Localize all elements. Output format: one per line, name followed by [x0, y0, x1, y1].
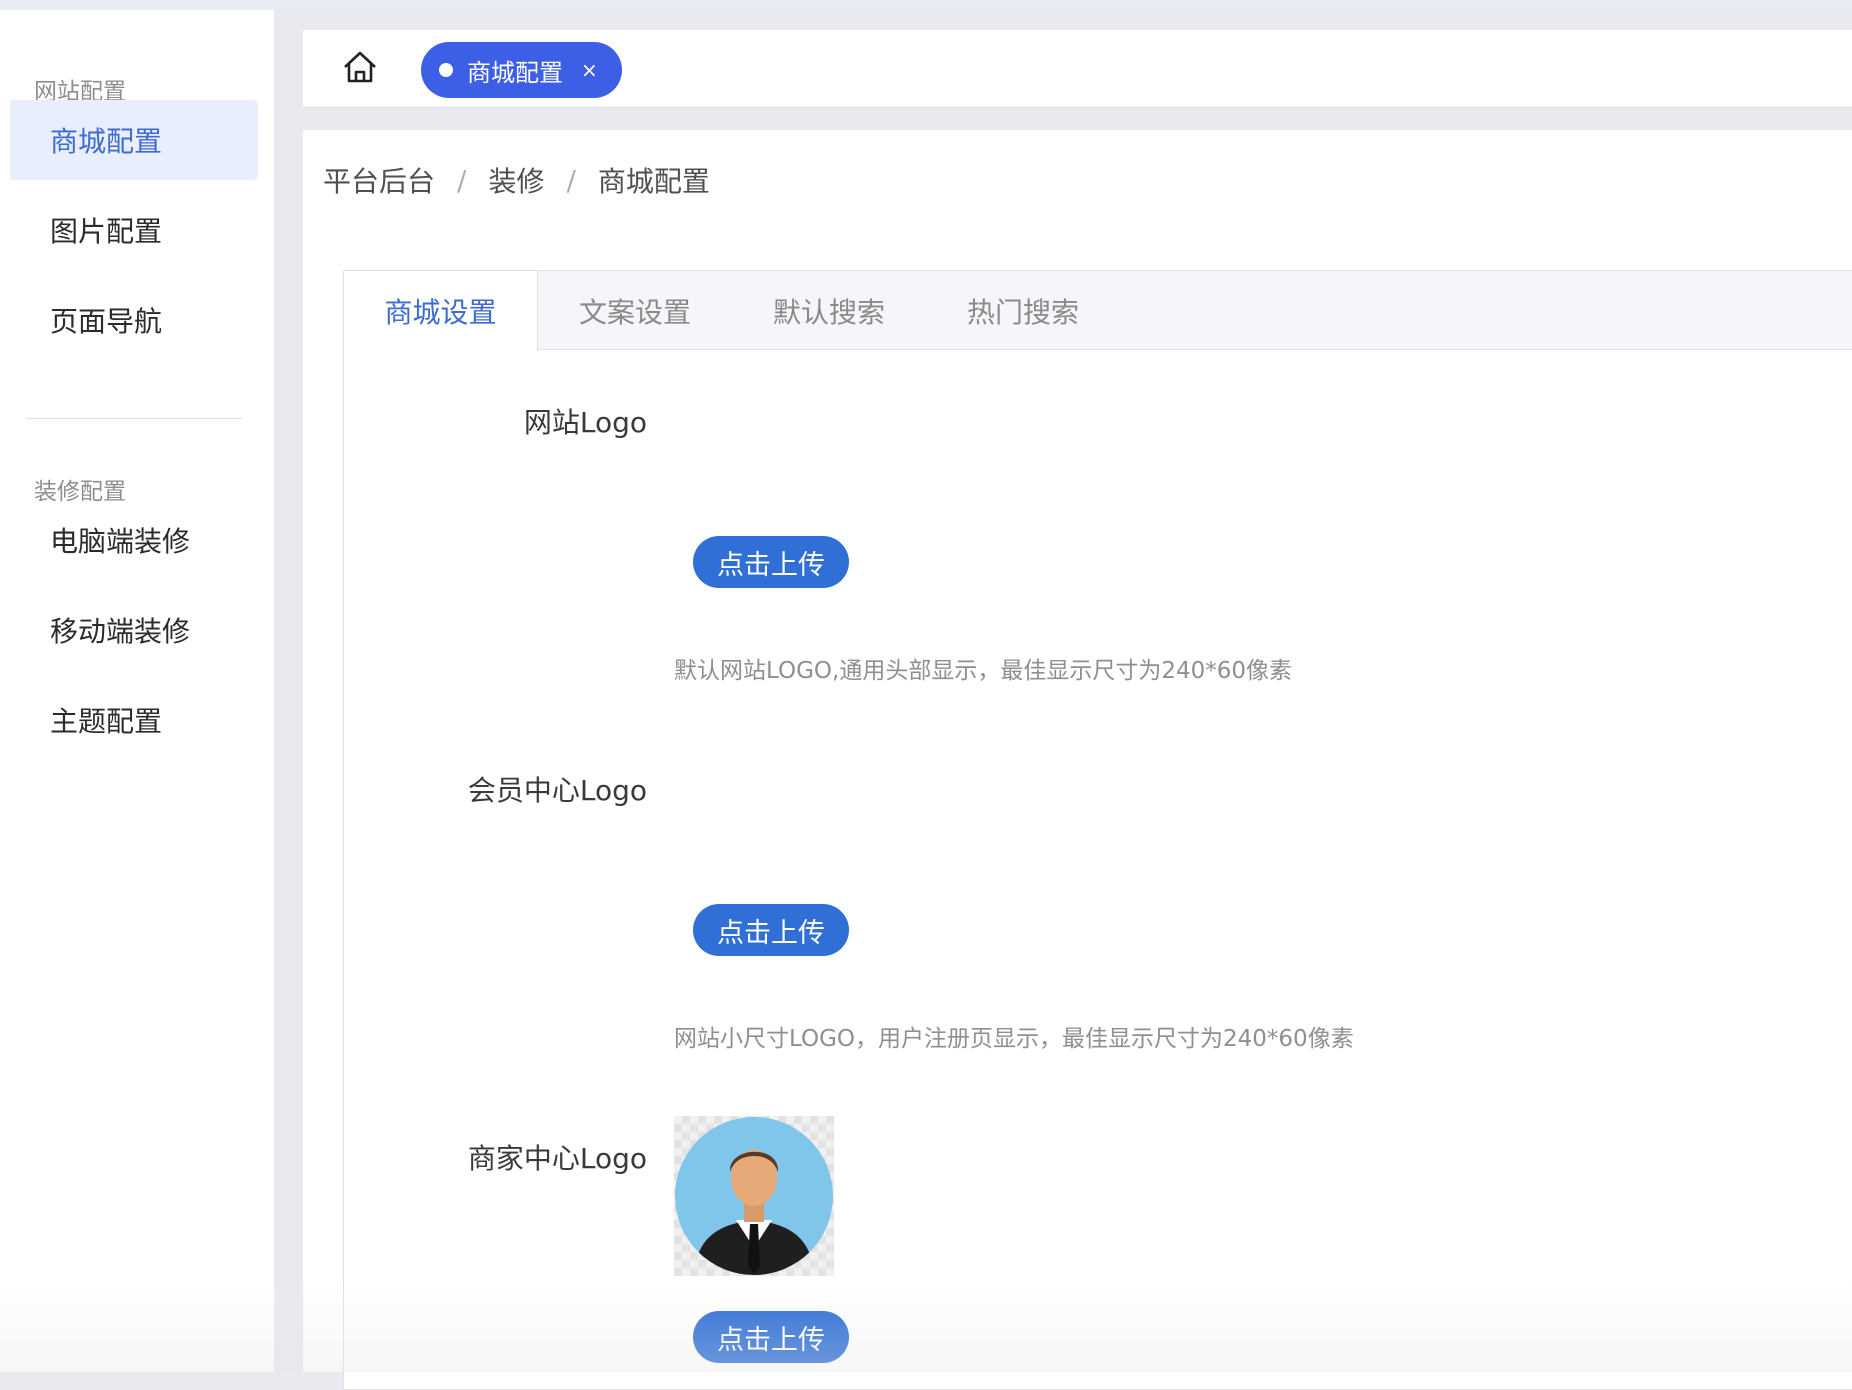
- merchant-logo-upload-button[interactable]: 点击上传: [693, 1311, 849, 1363]
- sidebar-item-mobile-decoration[interactable]: 移动端装修: [10, 590, 258, 670]
- settings-card: 商城设置 文案设置 默认搜索 热门搜索 网站Logo 点击上传 默认网站LOGO…: [343, 270, 1852, 1390]
- site-logo-upload-button[interactable]: 点击上传: [693, 536, 849, 588]
- breadcrumb-item-current: 商城配置: [598, 160, 710, 200]
- sidebar-item-page-nav[interactable]: 页面导航: [10, 280, 258, 360]
- close-icon[interactable]: ×: [581, 58, 598, 82]
- sidebar-item-pc-decoration[interactable]: 电脑端装修: [10, 500, 258, 580]
- main-panel: 平台后台 / 装修 / 商城配置 商城设置 文案设置 默认搜索 热门搜索 网站L…: [303, 130, 1852, 1372]
- businessman-avatar-icon: [674, 1116, 834, 1276]
- home-icon[interactable]: [341, 48, 379, 86]
- breadcrumb-separator: /: [457, 164, 466, 197]
- sidebar-item-theme-config[interactable]: 主题配置: [10, 680, 258, 760]
- member-logo-label: 会员中心Logo: [468, 769, 647, 809]
- top-strip: [0, 0, 1852, 10]
- tab-copy-settings[interactable]: 文案设置: [538, 271, 732, 350]
- member-logo-hint: 网站小尺寸LOGO，用户注册页显示，最佳显示尺寸为240*60像素: [674, 1019, 1354, 1053]
- sidebar: 网站配置 商城配置 图片配置 页面导航 装修配置 电脑端装修 移动端装修 主题配…: [0, 10, 274, 1372]
- settings-tabs: 商城设置 文案设置 默认搜索 热门搜索: [344, 271, 1852, 350]
- sidebar-item-mall-config[interactable]: 商城配置: [10, 100, 258, 180]
- breadcrumb: 平台后台 / 装修 / 商城配置: [323, 160, 710, 200]
- breadcrumb-separator: /: [566, 164, 575, 197]
- site-logo-hint: 默认网站LOGO,通用头部显示，最佳显示尺寸为240*60像素: [674, 651, 1292, 685]
- breadcrumb-item-decoration[interactable]: 装修: [488, 160, 544, 200]
- tab-bar: 商城配置 ×: [303, 30, 1852, 108]
- merchant-logo-label: 商家中心Logo: [468, 1137, 647, 1177]
- open-tab-mall-config[interactable]: 商城配置 ×: [421, 42, 622, 98]
- tab-hot-search[interactable]: 热门搜索: [926, 271, 1120, 350]
- sidebar-divider: [26, 418, 242, 419]
- tab-default-search[interactable]: 默认搜索: [732, 271, 926, 350]
- open-tab-label: 商城配置: [467, 53, 563, 88]
- merchant-logo-preview: [674, 1116, 834, 1276]
- active-dot-icon: [439, 63, 453, 77]
- breadcrumb-item-platform[interactable]: 平台后台: [323, 160, 435, 200]
- member-logo-upload-button[interactable]: 点击上传: [693, 904, 849, 956]
- tab-mall-settings[interactable]: 商城设置: [344, 271, 538, 351]
- site-logo-label: 网站Logo: [524, 401, 647, 441]
- sidebar-item-image-config[interactable]: 图片配置: [10, 190, 258, 270]
